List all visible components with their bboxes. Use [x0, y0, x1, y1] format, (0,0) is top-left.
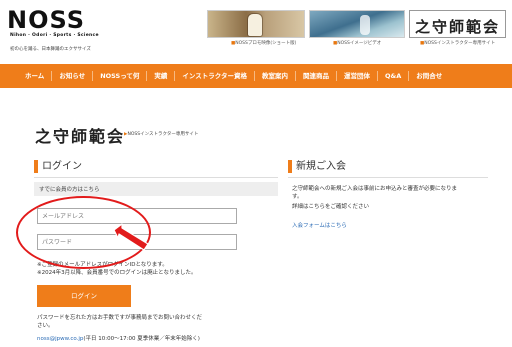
- nav-results[interactable]: 実績: [146, 71, 174, 81]
- nav-news[interactable]: お知らせ: [51, 71, 92, 81]
- dancer-thumbnail-icon: [360, 15, 370, 35]
- brand-title: 之守師範会: [35, 127, 126, 146]
- forgot-password-text: パスワードを忘れた方はお手数ですが事務局までお問い合わせくだ: [37, 315, 203, 321]
- signup-text-1: 之守師範会への新規ご入会は事前にお申込みと審査が必要になりま: [292, 186, 458, 192]
- noss-logo[interactable]: NOSS: [7, 8, 85, 32]
- logo-subtitle: Nihon · Odori · Sports · Science: [10, 33, 99, 38]
- contact-line: noss@jpww.co.jp(平日 10:00〜17:00 夏季休業／年末年始…: [37, 334, 200, 342]
- divider: [34, 177, 278, 178]
- contact-hours: (平日 10:00〜17:00 夏季休業／年末年始除く): [83, 336, 200, 342]
- already-member-label: すでに会員の方はこちら: [34, 182, 278, 196]
- signup-text-3: 詳細はこちらをご確認ください: [292, 204, 370, 210]
- nav-organization[interactable]: 運営団体: [336, 71, 377, 81]
- nav-about[interactable]: NOSSって何: [92, 71, 146, 81]
- nav-home[interactable]: ホーム: [18, 71, 51, 81]
- login-button[interactable]: ログイン: [37, 285, 131, 307]
- signup-heading: 新規ご入会: [288, 160, 346, 173]
- banner-caption[interactable]: ■NOSSインストラクター専用サイト: [420, 40, 495, 46]
- site-header: NOSS Nihon · Odori · Sports · Science 初の…: [0, 0, 512, 64]
- banner-caption[interactable]: ■NOSSイメージビデオ: [333, 40, 381, 46]
- login-heading: ログイン: [34, 160, 82, 173]
- brand-subtitle: ▶NOSSインストラクター専用サイト: [124, 132, 199, 137]
- nav-contact[interactable]: お問合せ: [408, 71, 449, 81]
- dancer-thumbnail-icon: [248, 14, 262, 36]
- login-note-2: ※2024年3月以降、会員番号でのログインは廃止となりました。: [37, 270, 197, 276]
- nav-qa[interactable]: Q&A: [377, 71, 408, 81]
- nav-instructor[interactable]: インストラクター資格: [174, 71, 254, 81]
- instructor-site-banner[interactable]: 之守師範会: [409, 10, 506, 38]
- main-nav: ホーム お知らせ NOSSって何 実績 インストラクター資格 教室案内 関連商品…: [0, 64, 512, 88]
- forgot-password-text-2: さい。: [37, 323, 54, 329]
- signup-text-2: す。: [292, 194, 303, 200]
- promo-video-banner[interactable]: [207, 10, 305, 38]
- signup-form-link[interactable]: 入会フォームはこちら: [292, 221, 347, 229]
- divider: [288, 177, 488, 178]
- banner-caption[interactable]: ■NOSSプロモ映像(ショート版): [231, 40, 296, 46]
- image-video-banner[interactable]: [309, 10, 405, 38]
- pointer-arrow-icon: [113, 223, 149, 251]
- tagline: 初の心を踊る、日本舞踊のエクササイズ: [10, 47, 91, 52]
- instructor-banner-text: 之守師範会: [414, 18, 500, 36]
- nav-products[interactable]: 関連商品: [295, 71, 336, 81]
- contact-email-link[interactable]: noss@jpww.co.jp: [37, 336, 83, 342]
- nav-classes[interactable]: 教室案内: [254, 71, 295, 81]
